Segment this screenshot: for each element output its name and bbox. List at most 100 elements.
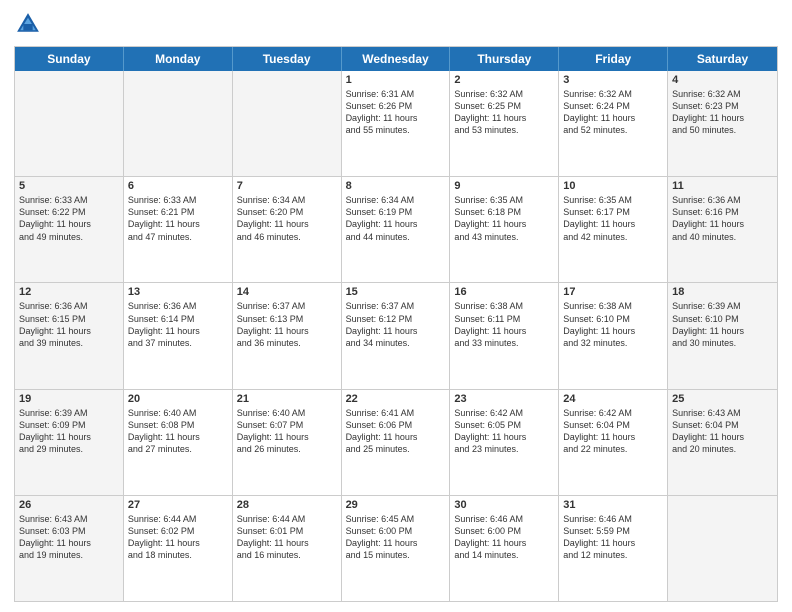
day-number: 8 — [346, 180, 446, 192]
day-info: Sunrise: 6:36 AM Sunset: 6:16 PM Dayligh… — [672, 194, 773, 243]
day-info: Sunrise: 6:32 AM Sunset: 6:24 PM Dayligh… — [563, 88, 663, 137]
calendar-row-1: 5 Sunrise: 6:33 AM Sunset: 6:22 PM Daylig… — [15, 176, 777, 282]
header-cell-thursday: Thursday — [450, 47, 559, 71]
day-cell-31: 31 Sunrise: 6:46 AM Sunset: 5:59 PM Dayli… — [559, 496, 668, 601]
day-cell-25: 25 Sunrise: 6:43 AM Sunset: 6:04 PM Dayli… — [668, 390, 777, 495]
calendar-row-4: 26 Sunrise: 6:43 AM Sunset: 6:03 PM Dayli… — [15, 495, 777, 601]
day-info: Sunrise: 6:44 AM Sunset: 6:02 PM Dayligh… — [128, 513, 228, 562]
header-cell-saturday: Saturday — [668, 47, 777, 71]
header-cell-tuesday: Tuesday — [233, 47, 342, 71]
day-cell-18: 18Sunrise: 6:39 AM Sunset: 6:10 PM Dayli… — [668, 283, 777, 388]
day-info: Sunrise: 6:45 AM Sunset: 6:00 PM Dayligh… — [346, 513, 446, 562]
day-cell-2: 2 Sunrise: 6:32 AM Sunset: 6:25 PM Daylig… — [450, 71, 559, 176]
day-info: Sunrise: 6:40 AM Sunset: 6:07 PM Dayligh… — [237, 407, 337, 456]
day-number: 9 — [454, 180, 554, 192]
day-info: Sunrise: 6:36 AM Sunset: 6:15 PM Dayligh… — [19, 300, 119, 349]
day-info: Sunrise: 6:36 AM Sunset: 6:14 PM Dayligh… — [128, 300, 228, 349]
day-number: 18 — [672, 286, 773, 298]
empty-cell-0-0 — [15, 71, 124, 176]
day-number: 25 — [672, 393, 773, 405]
day-number: 27 — [128, 499, 228, 511]
day-number: 24 — [563, 393, 663, 405]
day-number: 31 — [563, 499, 663, 511]
day-cell-13: 13 Sunrise: 6:36 AM Sunset: 6:14 PM Dayli… — [124, 283, 233, 388]
day-info: Sunrise: 6:43 AM Sunset: 6:04 PM Dayligh… — [672, 407, 773, 456]
day-cell-8: 8 Sunrise: 6:34 AM Sunset: 6:19 PM Daylig… — [342, 177, 451, 282]
calendar-row-3: 19Sunrise: 6:39 AM Sunset: 6:09 PM Dayli… — [15, 389, 777, 495]
day-number: 22 — [346, 393, 446, 405]
day-info: Sunrise: 6:33 AM Sunset: 6:21 PM Dayligh… — [128, 194, 228, 243]
header-cell-sunday: Sunday — [15, 47, 124, 71]
day-info: Sunrise: 6:37 AM Sunset: 6:13 PM Dayligh… — [237, 300, 337, 349]
header — [14, 10, 778, 38]
day-cell-28: 28 Sunrise: 6:44 AM Sunset: 6:01 PM Dayli… — [233, 496, 342, 601]
day-number: 21 — [237, 393, 337, 405]
day-cell-9: 9 Sunrise: 6:35 AM Sunset: 6:18 PM Daylig… — [450, 177, 559, 282]
day-cell-21: 21 Sunrise: 6:40 AM Sunset: 6:07 PM Dayli… — [233, 390, 342, 495]
day-number: 1 — [346, 74, 446, 86]
day-info: Sunrise: 6:34 AM Sunset: 6:20 PM Dayligh… — [237, 194, 337, 243]
empty-cell-0-1 — [124, 71, 233, 176]
day-number: 15 — [346, 286, 446, 298]
day-info: Sunrise: 6:42 AM Sunset: 6:05 PM Dayligh… — [454, 407, 554, 456]
calendar-header: SundayMondayTuesdayWednesdayThursdayFrid… — [15, 47, 777, 71]
day-number: 10 — [563, 180, 663, 192]
day-number: 5 — [19, 180, 119, 192]
day-info: Sunrise: 6:40 AM Sunset: 6:08 PM Dayligh… — [128, 407, 228, 456]
day-number: 17 — [563, 286, 663, 298]
day-cell-22: 22Sunrise: 6:41 AM Sunset: 6:06 PM Dayli… — [342, 390, 451, 495]
day-cell-15: 15 Sunrise: 6:37 AM Sunset: 6:12 PM Dayli… — [342, 283, 451, 388]
day-number: 29 — [346, 499, 446, 511]
day-number: 14 — [237, 286, 337, 298]
day-info: Sunrise: 6:37 AM Sunset: 6:12 PM Dayligh… — [346, 300, 446, 349]
calendar-body: 1Sunrise: 6:31 AM Sunset: 6:26 PM Daylig… — [15, 71, 777, 601]
day-number: 6 — [128, 180, 228, 192]
header-cell-monday: Monday — [124, 47, 233, 71]
day-number: 16 — [454, 286, 554, 298]
day-info: Sunrise: 6:46 AM Sunset: 5:59 PM Dayligh… — [563, 513, 663, 562]
day-cell-10: 10 Sunrise: 6:35 AM Sunset: 6:17 PM Dayli… — [559, 177, 668, 282]
day-cell-17: 17 Sunrise: 6:38 AM Sunset: 6:10 PM Dayli… — [559, 283, 668, 388]
day-info: Sunrise: 6:44 AM Sunset: 6:01 PM Dayligh… — [237, 513, 337, 562]
page: SundayMondayTuesdayWednesdayThursdayFrid… — [0, 0, 792, 612]
day-number: 2 — [454, 74, 554, 86]
day-info: Sunrise: 6:35 AM Sunset: 6:17 PM Dayligh… — [563, 194, 663, 243]
day-cell-29: 29 Sunrise: 6:45 AM Sunset: 6:00 PM Dayli… — [342, 496, 451, 601]
day-number: 20 — [128, 393, 228, 405]
day-number: 30 — [454, 499, 554, 511]
day-number: 28 — [237, 499, 337, 511]
day-number: 26 — [19, 499, 119, 511]
day-info: Sunrise: 6:32 AM Sunset: 6:23 PM Dayligh… — [672, 88, 773, 137]
day-number: 11 — [672, 180, 773, 192]
header-cell-wednesday: Wednesday — [342, 47, 451, 71]
logo-icon — [14, 10, 42, 38]
day-info: Sunrise: 6:32 AM Sunset: 6:25 PM Dayligh… — [454, 88, 554, 137]
day-cell-3: 3 Sunrise: 6:32 AM Sunset: 6:24 PM Daylig… — [559, 71, 668, 176]
empty-cell-0-2 — [233, 71, 342, 176]
day-info: Sunrise: 6:35 AM Sunset: 6:18 PM Dayligh… — [454, 194, 554, 243]
day-info: Sunrise: 6:38 AM Sunset: 6:10 PM Dayligh… — [563, 300, 663, 349]
day-number: 4 — [672, 74, 773, 86]
calendar-row-0: 1Sunrise: 6:31 AM Sunset: 6:26 PM Daylig… — [15, 71, 777, 176]
day-cell-24: 24 Sunrise: 6:42 AM Sunset: 6:04 PM Dayli… — [559, 390, 668, 495]
day-number: 12 — [19, 286, 119, 298]
day-info: Sunrise: 6:46 AM Sunset: 6:00 PM Dayligh… — [454, 513, 554, 562]
day-cell-6: 6 Sunrise: 6:33 AM Sunset: 6:21 PM Daylig… — [124, 177, 233, 282]
day-info: Sunrise: 6:38 AM Sunset: 6:11 PM Dayligh… — [454, 300, 554, 349]
day-number: 19 — [19, 393, 119, 405]
day-cell-14: 14 Sunrise: 6:37 AM Sunset: 6:13 PM Dayli… — [233, 283, 342, 388]
day-cell-30: 30 Sunrise: 6:46 AM Sunset: 6:00 PM Dayli… — [450, 496, 559, 601]
day-number: 7 — [237, 180, 337, 192]
day-number: 3 — [563, 74, 663, 86]
day-number: 23 — [454, 393, 554, 405]
day-cell-16: 16 Sunrise: 6:38 AM Sunset: 6:11 PM Dayli… — [450, 283, 559, 388]
day-cell-27: 27 Sunrise: 6:44 AM Sunset: 6:02 PM Dayli… — [124, 496, 233, 601]
day-info: Sunrise: 6:43 AM Sunset: 6:03 PM Dayligh… — [19, 513, 119, 562]
day-number: 13 — [128, 286, 228, 298]
day-cell-12: 12 Sunrise: 6:36 AM Sunset: 6:15 PM Dayli… — [15, 283, 124, 388]
day-info: Sunrise: 6:33 AM Sunset: 6:22 PM Dayligh… — [19, 194, 119, 243]
empty-cell-4-6 — [668, 496, 777, 601]
day-info: Sunrise: 6:34 AM Sunset: 6:19 PM Dayligh… — [346, 194, 446, 243]
logo — [14, 10, 46, 38]
day-info: Sunrise: 6:42 AM Sunset: 6:04 PM Dayligh… — [563, 407, 663, 456]
